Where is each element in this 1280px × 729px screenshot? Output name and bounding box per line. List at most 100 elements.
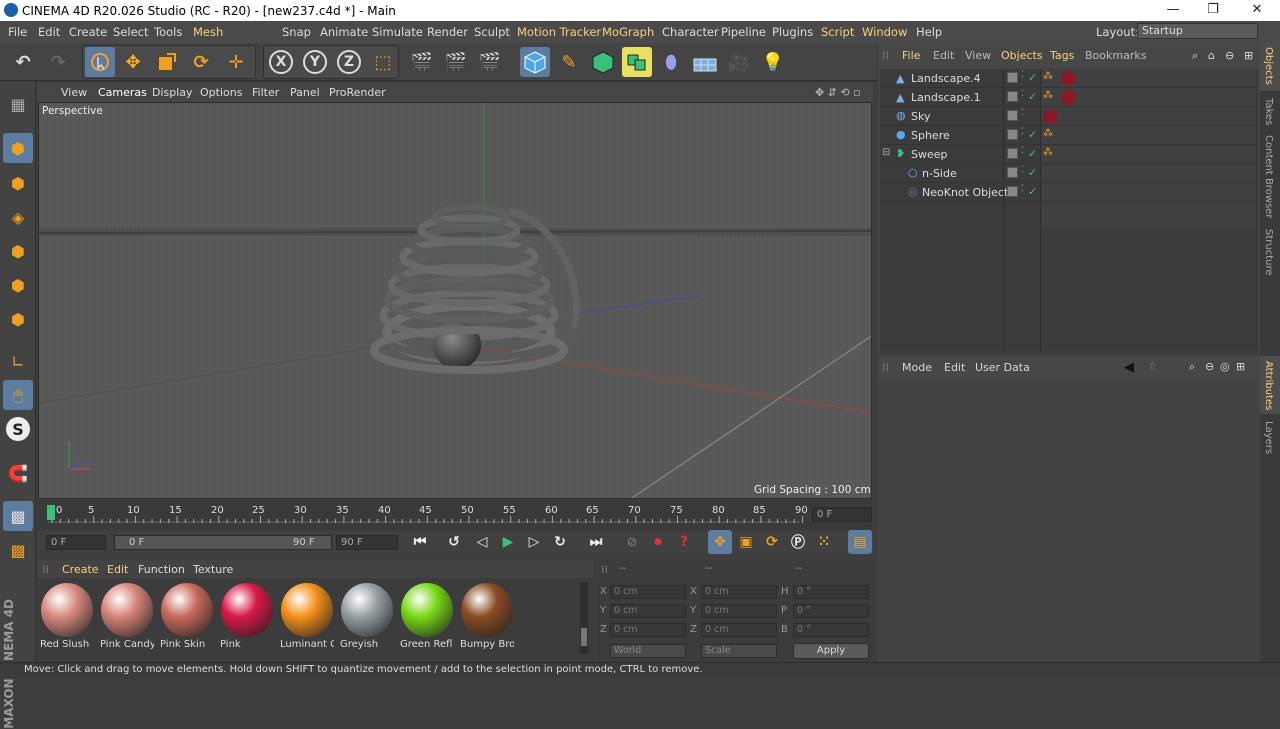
restore-button[interactable]: ❐ [1203, 2, 1223, 18]
menu-mograph[interactable]: MoGraph [602, 25, 654, 39]
object-menu-objects[interactable]: Objects [1001, 49, 1043, 62]
timeline-ruler[interactable]: 0 5 10 15 20 25 30 35 40 45 50 55 60 65 … [38, 500, 872, 530]
material-menu-texture[interactable]: Texture [193, 563, 233, 576]
world-dropdown[interactable]: World [610, 644, 686, 658]
menu-animate[interactable]: Animate [320, 25, 368, 39]
phong-tag-icon[interactable]: ⁂ [1043, 90, 1053, 101]
y-axis-icon[interactable]: Y [300, 47, 330, 77]
x-axis-icon[interactable]: X [266, 47, 296, 77]
editor-visibility-icon[interactable] [1007, 129, 1018, 140]
viewport-menu-prorender[interactable]: ProRender [329, 86, 386, 99]
magnet-icon[interactable]: 🧲 [3, 458, 33, 488]
menu-character[interactable]: Character [662, 25, 719, 39]
tab-layers[interactable]: Layers [1263, 421, 1274, 454]
tab-attributes[interactable]: Attributes [1263, 361, 1274, 410]
editor-visibility-icon[interactable] [1007, 72, 1018, 83]
editor-visibility-icon[interactable] [1007, 148, 1018, 159]
object-row[interactable]: ● Sphere ⁚ ✓ ⁂ [880, 126, 1258, 145]
autokey-icon[interactable]: ? [672, 530, 696, 554]
pos-z-field[interactable]: 0 cm [610, 623, 686, 637]
render-settings-icon[interactable]: 🎬 [475, 47, 505, 77]
menu-tools[interactable]: Tools [154, 25, 182, 39]
viewport-menu-view[interactable]: View [61, 86, 87, 99]
key-rotation-icon[interactable]: ⟳ [760, 530, 784, 554]
pos-y-field[interactable]: 0 cm [610, 604, 686, 618]
texture-mode-icon[interactable]: ⬢ [3, 168, 33, 198]
previous-frame-icon[interactable]: ◁ [470, 530, 494, 554]
key-parameter-icon[interactable]: Ⓟ [786, 530, 810, 554]
visibility-dots-icon[interactable]: ⁚ [1021, 127, 1024, 137]
camera-icon[interactable]: 🎥 [724, 47, 754, 77]
scale-icon[interactable] [152, 47, 182, 77]
material-swatch[interactable]: Pink [220, 582, 274, 650]
viewport-menu-display[interactable]: Display [152, 86, 193, 99]
tab-takes[interactable]: Takes [1263, 98, 1274, 125]
enabled-check-icon[interactable]: ✓ [1028, 71, 1037, 84]
enabled-check-icon[interactable]: ✓ [1028, 166, 1037, 179]
floor-icon[interactable] [690, 47, 720, 77]
make-editable-icon[interactable]: ▦ [3, 89, 33, 119]
z-axis-icon[interactable]: Z [334, 47, 364, 77]
material-swatch[interactable]: Luminant C [280, 582, 334, 650]
object-menu-bookmarks[interactable]: Bookmarks [1085, 49, 1146, 62]
editor-visibility-icon[interactable] [1007, 186, 1018, 197]
array-icon[interactable] [622, 47, 652, 77]
material-swatch[interactable]: Bumpy Bro [460, 582, 514, 650]
enabled-check-icon[interactable]: ✓ [1028, 90, 1037, 103]
phong-tag-icon[interactable]: ⁂ [1043, 128, 1053, 139]
model-mode-icon[interactable]: ⬢ [3, 133, 33, 163]
menu-plugins[interactable]: Plugins [772, 25, 813, 39]
key-scale-icon[interactable]: ▣ [734, 530, 758, 554]
render-picture-viewer-icon[interactable]: 🎬 [441, 47, 471, 77]
material-swatch[interactable]: Red Slush [40, 582, 94, 650]
size-z-field[interactable]: 0 cm [701, 623, 777, 637]
timeline-window-icon[interactable]: ▤ [848, 530, 872, 554]
object-row[interactable]: ◎ NeoKnot Object ⁚ ✓ [880, 183, 1258, 202]
viewport[interactable]: Perspective Grid Spacing : 100 cm [38, 102, 872, 499]
redo-icon[interactable]: ↷ [43, 47, 73, 77]
visibility-dots-icon[interactable]: ⁚ [1021, 146, 1024, 156]
planar-workplane-icon[interactable]: ▩ [3, 535, 33, 565]
viewport-navigation-icon[interactable]: ✥ ⇵ ⟲ ▫ [815, 86, 861, 99]
coordinate-system-icon[interactable]: ⬚ [368, 47, 398, 77]
object-menu-edit[interactable]: Edit [933, 49, 954, 62]
visibility-dots-icon[interactable]: ⁚ [1021, 70, 1024, 80]
rot-h-field[interactable]: 0 ° [793, 585, 869, 599]
next-frame-icon[interactable]: ▷ [522, 530, 546, 554]
deformer-icon[interactable]: ⬮ [656, 47, 686, 77]
pen-icon[interactable]: ✎ [554, 47, 584, 77]
scale-dropdown[interactable]: Scale [701, 644, 777, 658]
axis-mode-icon[interactable]: ∟ [3, 346, 33, 376]
object-menu-view[interactable]: View [965, 49, 991, 62]
minimize-button[interactable]: — [1163, 2, 1183, 18]
workplane-mode-icon[interactable]: ◈ [3, 202, 33, 232]
object-menu-tags[interactable]: Tags [1050, 49, 1074, 62]
enabled-check-icon[interactable]: ✓ [1028, 185, 1037, 198]
end-frame-field[interactable]: 90 F [336, 535, 398, 550]
close-button[interactable]: ✕ [1247, 2, 1267, 18]
search-icon[interactable]: ⌕ [1192, 49, 1198, 63]
attribute-menu-user-data[interactable]: User Data [975, 361, 1030, 374]
expand-icon[interactable]: ⊞ [1236, 360, 1245, 373]
play-icon[interactable]: ▶ [496, 530, 520, 554]
phong-tag-icon[interactable]: ⁂ [1043, 147, 1053, 158]
menu-edit[interactable]: Edit [38, 25, 60, 39]
frame-range-slider[interactable]: 0 F 90 F [114, 535, 332, 550]
pos-x-field[interactable]: 0 cm [610, 585, 686, 599]
menu-mesh[interactable]: Mesh [193, 25, 223, 39]
search-icon[interactable]: ⌕ [1189, 360, 1195, 374]
record-disabled-icon[interactable]: ⊘ [620, 530, 644, 554]
live-selection-icon[interactable] [85, 47, 115, 77]
settings-icon[interactable]: ◎ [1220, 360, 1230, 373]
cube-icon[interactable] [520, 47, 550, 77]
object-row[interactable]: ▲ Landscape.1 ⁚ ✓ ⁂ [880, 88, 1258, 107]
visibility-dots-icon[interactable]: ⁚ [1021, 89, 1024, 99]
material-menu-create[interactable]: Create [62, 563, 99, 576]
previous-key-icon[interactable]: ↺ [442, 530, 466, 554]
material-menu-function[interactable]: Function [138, 563, 185, 576]
object-row[interactable]: ◍ Sky ⁚ [880, 107, 1258, 126]
attribute-menu-edit[interactable]: Edit [944, 361, 965, 374]
lock-icon[interactable]: ⊖ [1205, 360, 1214, 373]
move-plus-icon[interactable]: ✛ [221, 47, 251, 77]
menu-create[interactable]: Create [69, 25, 107, 39]
